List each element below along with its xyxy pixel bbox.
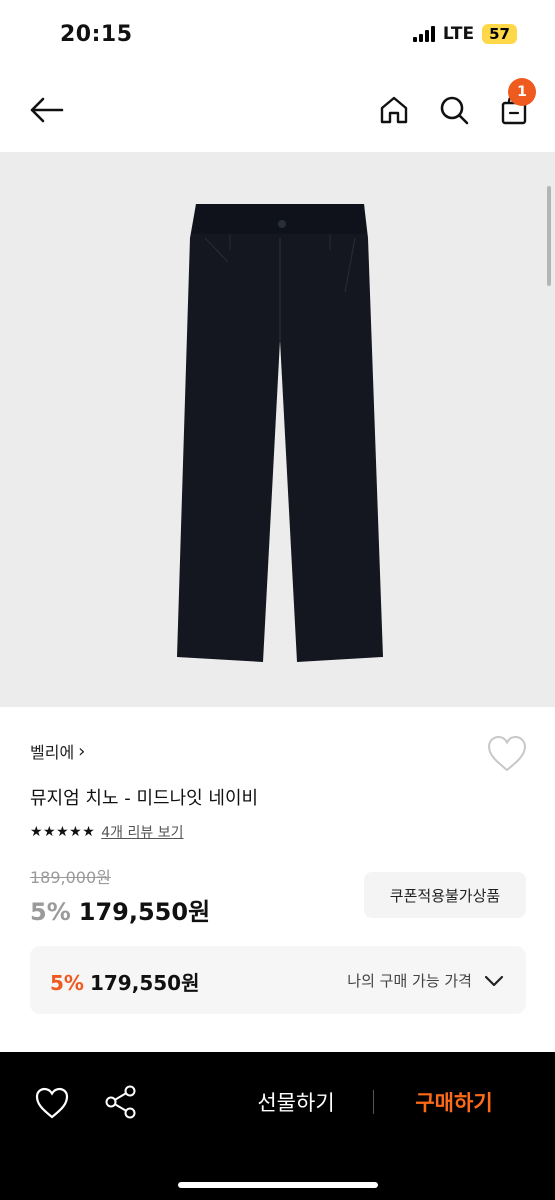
chevron-right-icon: › — [78, 740, 86, 762]
network-label: LTE — [442, 24, 475, 44]
scroll-indicator — [547, 186, 551, 286]
home-indicator — [178, 1182, 378, 1188]
back-arrow-icon — [30, 97, 64, 123]
my-price-values: 5% 179,550원 — [50, 967, 199, 996]
heart-icon — [35, 1087, 69, 1119]
bottom-divider — [373, 1090, 374, 1114]
signal-icon — [412, 26, 435, 42]
share-button[interactable] — [104, 1084, 138, 1120]
bottom-wishlist-button[interactable] — [34, 1086, 70, 1120]
brand-name: 벨리에 — [30, 743, 75, 762]
pants-image — [177, 204, 383, 662]
discount-rate: 5% — [30, 898, 71, 926]
battery-badge: 57 — [482, 24, 517, 44]
sale-price: 179,550원 — [78, 898, 211, 926]
bottom-action-bar: 선물하기 구매하기 — [0, 1052, 555, 1200]
share-icon — [105, 1085, 136, 1119]
my-price-label: 나의 구매 가능 가격 — [347, 972, 472, 990]
heart-icon — [487, 735, 527, 772]
gift-button[interactable]: 선물하기 — [236, 1084, 356, 1120]
home-icon — [380, 96, 408, 124]
rating-row: ★★★★★ 4개 리뷰 보기 — [30, 822, 183, 842]
product-image[interactable] — [0, 152, 555, 707]
my-price-toggle[interactable]: 나의 구매 가능 가격 — [347, 970, 504, 991]
top-nav — [0, 72, 555, 152]
search-icon — [440, 96, 469, 125]
back-button[interactable] — [26, 90, 66, 130]
cart-count-badge: 1 — [508, 78, 536, 106]
status-bar: 20:15 LTE 57 — [0, 0, 555, 72]
my-price-dropdown[interactable]: 5% 179,550원 나의 구매 가능 가격 — [30, 946, 526, 1014]
product-name: 뮤지엄 치노 - 미드나잇 네이비 — [30, 788, 259, 809]
original-price: 189,000원 — [30, 868, 111, 887]
status-indicators: LTE 57 — [412, 24, 517, 44]
chevron-down-icon — [484, 975, 504, 986]
rating-stars: ★★★★★ — [30, 824, 96, 840]
reviews-link[interactable]: 4개 리뷰 보기 — [101, 822, 183, 842]
brand-link[interactable]: 벨리에 › — [30, 739, 85, 763]
price-row: 5% 179,550원 — [30, 892, 210, 927]
buy-button[interactable]: 구매하기 — [394, 1084, 514, 1120]
my-price: 179,550원 — [89, 971, 200, 995]
home-button[interactable] — [374, 90, 414, 130]
wishlist-button[interactable] — [486, 734, 528, 774]
my-discount-rate: 5% — [50, 971, 84, 995]
status-time: 20:15 — [60, 22, 133, 47]
coupon-button[interactable]: 쿠폰적용불가상품 — [364, 872, 526, 918]
search-button[interactable] — [434, 90, 474, 130]
